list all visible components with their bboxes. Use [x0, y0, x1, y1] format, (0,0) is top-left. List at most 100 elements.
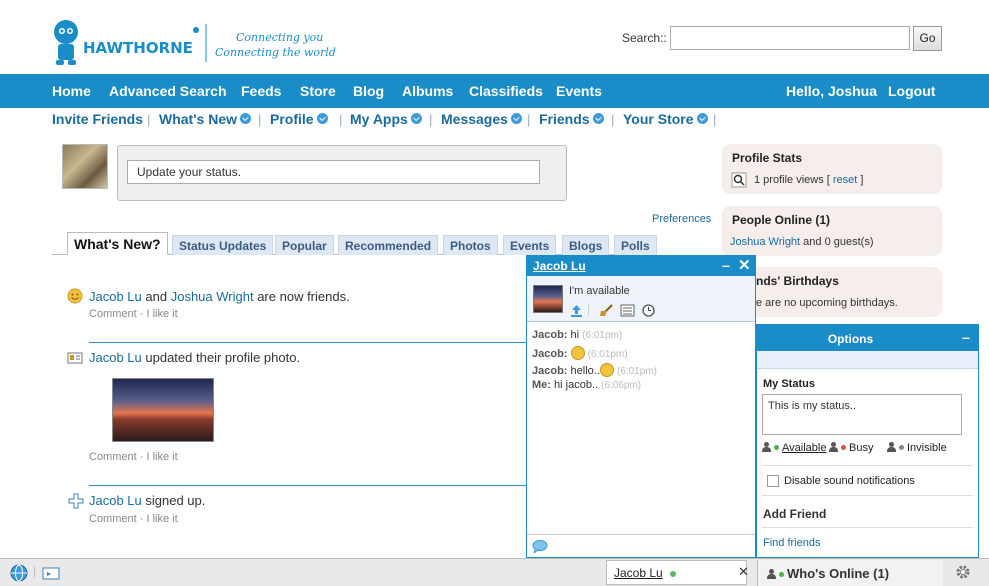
profile-views-text: 1 profile views [ reset ] [754, 174, 863, 186]
subnav-your-store[interactable]: Your Store [623, 111, 708, 127]
reset-link[interactable]: reset [833, 174, 857, 186]
tab-polls[interactable]: Polls [614, 235, 657, 255]
online-user-link[interactable]: Joshua Wright [730, 236, 800, 248]
feed-item-signup: Jacob Lu signed up. [89, 493, 205, 508]
feed-profile-photo[interactable] [112, 378, 214, 442]
broom-icon[interactable] [599, 304, 614, 317]
bracket-text: ] [860, 174, 864, 186]
chat-window: Jacob Lu – ✕ I'm available | Jacob: hi (… [526, 255, 756, 558]
tab-status-updates[interactable]: Status Updates [172, 235, 274, 255]
message-sender: Jacob: [532, 329, 568, 341]
plus-icon [68, 493, 84, 509]
tab-photos[interactable]: Photos [443, 235, 498, 255]
hawthorne-logo[interactable]: HAWTHORNE Connecting you Connecting the … [50, 18, 336, 70]
nav-albums[interactable]: Albums [402, 83, 453, 99]
chat-contact-name[interactable]: Jacob Lu [533, 259, 586, 273]
magnifier-icon [731, 172, 747, 188]
tab-events[interactable]: Events [503, 235, 557, 255]
history-icon[interactable] [620, 304, 635, 317]
whos-online-tab[interactable]: Who's Online (1) [757, 560, 943, 586]
nav-events[interactable]: Events [556, 83, 602, 99]
close-icon[interactable]: ✕ [738, 564, 749, 580]
window-icon[interactable] [42, 564, 60, 582]
birthdays-title: nds' Birthdays [756, 274, 839, 288]
tab-whats-new[interactable]: What's New? [67, 232, 168, 255]
chat-message: Jacob: hi (6:01pm) [532, 329, 622, 341]
nav-advanced-search[interactable]: Advanced Search [109, 83, 227, 99]
chat-profile-bar: I'm available | [527, 276, 755, 322]
subnav-label: What's New [159, 111, 238, 127]
close-icon[interactable]: ✕ [738, 256, 751, 274]
status-busy-option[interactable]: Busy [829, 442, 873, 454]
feed-divider [89, 342, 526, 343]
nav-blog[interactable]: Blog [353, 83, 384, 99]
feed-target-link[interactable]: Joshua Wright [171, 289, 254, 304]
search-label: Search:: [622, 31, 667, 45]
status-invisible-option[interactable]: Invisible [887, 442, 947, 454]
nav-logout[interactable]: Logout [888, 83, 935, 99]
options-panel: Options – My Status This is my status.. … [756, 324, 979, 558]
subnav-label: Messages [441, 111, 508, 127]
feed-actor-link[interactable]: Jacob Lu [89, 493, 142, 508]
logo-tagline-1: Connecting you [236, 31, 324, 44]
profile-stats-box: Profile Stats 1 profile views [ reset ] [722, 144, 942, 194]
upload-icon[interactable] [569, 304, 584, 317]
person-online-icon [767, 567, 787, 581]
nav-store[interactable]: Store [300, 83, 336, 99]
find-friends-link[interactable]: Find friends [763, 537, 820, 549]
feed-actor-link[interactable]: Jacob Lu [89, 350, 142, 365]
nav-greeting[interactable]: Hello, Joshua [786, 83, 877, 99]
chevron-down-icon [696, 113, 708, 124]
birthdays-text: e are no upcoming birthdays. [756, 297, 898, 309]
sound-checkbox[interactable] [767, 475, 779, 487]
subnav-invite-friends[interactable]: Invite Friends [52, 111, 143, 127]
subnav-divider: | [339, 112, 343, 127]
subnav-my-apps[interactable]: My Apps [350, 111, 422, 127]
avatar[interactable] [62, 144, 108, 189]
subnav-divider: | [527, 112, 531, 127]
status-input[interactable]: Update your status. [127, 160, 540, 184]
feed-actor-link[interactable]: Jacob Lu [89, 289, 142, 304]
tab-popular[interactable]: Popular [275, 235, 334, 255]
tab-blogs[interactable]: Blogs [562, 235, 610, 255]
whos-online-label: Who's Online (1) [787, 566, 890, 581]
speech-bubble-icon[interactable] [532, 540, 548, 553]
subnav-label: Invite Friends [52, 111, 144, 127]
clock-icon[interactable] [641, 304, 656, 317]
smiley-icon [67, 288, 83, 304]
preferences-link[interactable]: Preferences [652, 213, 711, 225]
minimize-icon[interactable]: – [722, 257, 730, 273]
nav-feeds[interactable]: Feeds [241, 83, 281, 99]
search-input[interactable] [670, 26, 910, 50]
online-dot-icon [779, 572, 784, 577]
minimize-icon[interactable]: – [962, 329, 970, 345]
subnav-friends[interactable]: Friends [539, 111, 604, 127]
nav-home[interactable]: Home [52, 83, 91, 99]
options-band [757, 351, 978, 369]
people-online-title: People Online (1) [732, 213, 831, 227]
chat-tab-name[interactable]: Jacob Lu [614, 566, 663, 580]
gear-icon[interactable] [955, 564, 971, 580]
message-text: hello.. [570, 365, 600, 377]
logo-tagline-2: Connecting the world [215, 46, 336, 59]
feed-actions[interactable]: Comment · I like it [89, 513, 178, 525]
options-divider [762, 527, 973, 528]
person-icon [887, 442, 897, 452]
status-available-option[interactable]: Available [762, 442, 826, 454]
profile-card-icon [67, 352, 83, 364]
chat-tab[interactable]: Jacob Lu ✕ [606, 560, 749, 585]
tab-recommended[interactable]: Recommended [338, 235, 439, 255]
feed-rest-text: updated their profile photo. [145, 350, 301, 365]
nav-classifieds[interactable]: Classifieds [469, 83, 543, 99]
feed-actions[interactable]: Comment · I like it [89, 451, 178, 463]
globe-icon[interactable] [10, 564, 28, 582]
grin-icon [599, 363, 614, 377]
feed-actions[interactable]: Comment · I like it [89, 308, 178, 320]
my-status-input[interactable]: This is my status.. [762, 394, 962, 435]
subnav-label: Profile [270, 111, 314, 127]
message-sender: Jacob: [532, 365, 568, 377]
go-button[interactable]: Go [913, 26, 942, 51]
subnav-whats-new[interactable]: What's New [159, 111, 252, 127]
subnav-profile[interactable]: Profile [270, 111, 328, 127]
subnav-messages[interactable]: Messages [441, 111, 522, 127]
